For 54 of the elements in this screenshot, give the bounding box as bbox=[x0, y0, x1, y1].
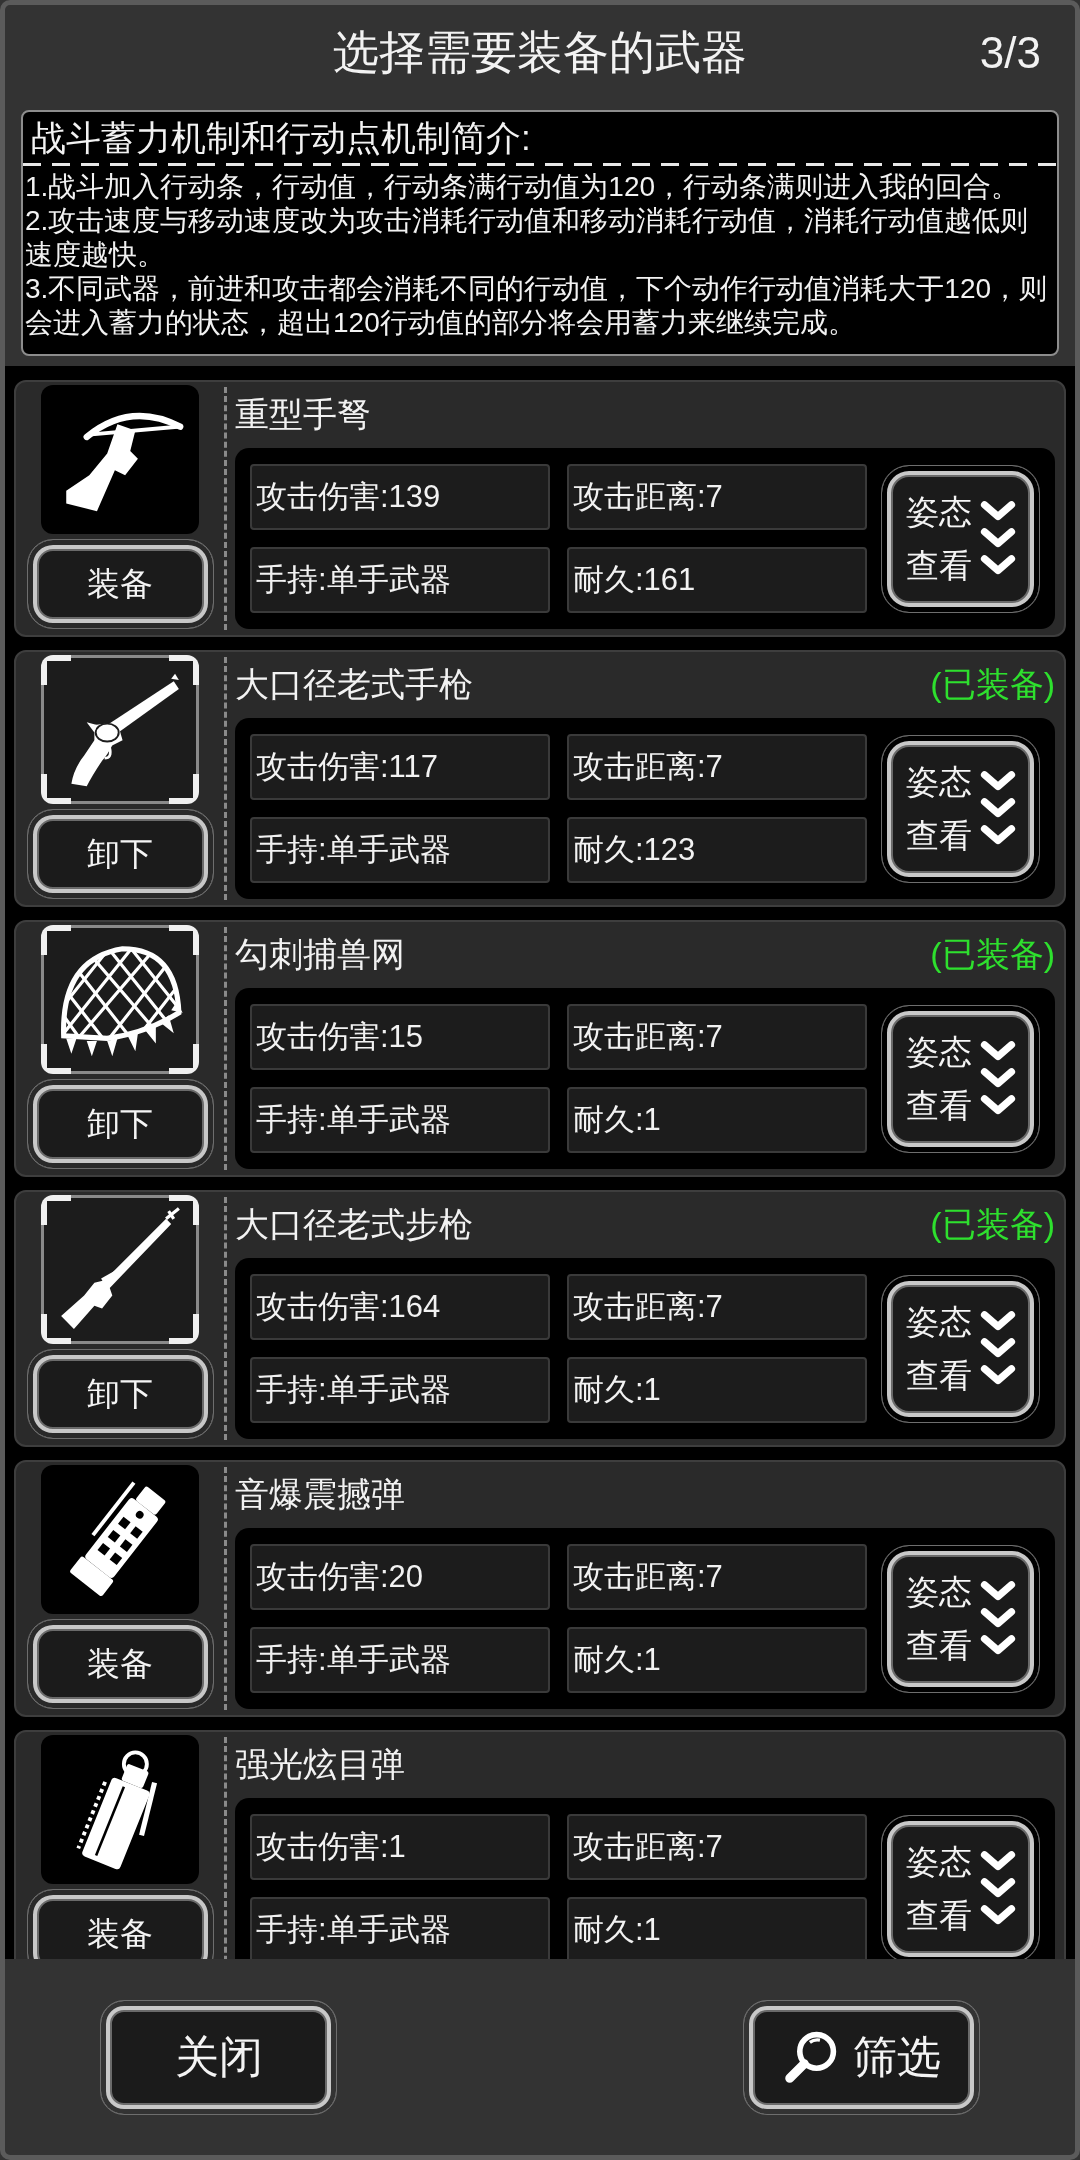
equipped-label: (已装备) bbox=[930, 664, 1055, 705]
stat-cell: 攻击伤害:15 bbox=[250, 1004, 550, 1070]
stat-cell: 攻击距离:7 bbox=[567, 464, 867, 530]
stat-cell: 攻击距离:7 bbox=[567, 1814, 867, 1880]
equip-button[interactable]: 装备 bbox=[26, 1619, 214, 1709]
stance-view-button[interactable]: 姿态 查看 bbox=[881, 1544, 1040, 1693]
filter-button[interactable]: 筛选 bbox=[743, 1999, 980, 2115]
stat-cell: 攻击伤害:117 bbox=[250, 734, 550, 800]
stat-cell: 耐久:123 bbox=[567, 817, 867, 883]
unequip-button[interactable]: 卸下 bbox=[26, 809, 214, 899]
stat-cell: 攻击伤害:20 bbox=[250, 1544, 550, 1610]
page-counter: 3/3 bbox=[979, 27, 1041, 78]
equip-button[interactable]: 装备 bbox=[26, 539, 214, 629]
weapon-name: 勾刺捕兽网 bbox=[235, 934, 405, 975]
stat-cell: 攻击伤害:164 bbox=[250, 1274, 550, 1340]
stance-view-button[interactable]: 姿态 查看 bbox=[881, 734, 1040, 883]
unequip-button[interactable]: 卸下 bbox=[26, 1079, 214, 1169]
stance-view-button[interactable]: 姿态 查看 bbox=[881, 1004, 1040, 1153]
stat-cell: 攻击距离:7 bbox=[567, 1004, 867, 1070]
stance-view-button[interactable]: 姿态 查看 bbox=[881, 1814, 1040, 1959]
stance-view-button[interactable]: 姿态 查看 bbox=[881, 1274, 1040, 1423]
equipped-label: (已装备) bbox=[930, 934, 1055, 975]
stat-cell: 手持:单手武器 bbox=[250, 1087, 550, 1153]
stat-cell: 攻击距离:7 bbox=[567, 1544, 867, 1610]
intro-title: 战斗蓄力机制和行动点机制简介: bbox=[30, 117, 532, 159]
weapon-name: 重型手弩 bbox=[235, 394, 371, 435]
weapon-name: 大口径老式步枪 bbox=[235, 1204, 473, 1245]
stat-cell: 手持:单手武器 bbox=[250, 547, 550, 613]
stat-cell: 攻击距离:7 bbox=[567, 1274, 867, 1340]
stat-cell: 耐久:161 bbox=[567, 547, 867, 613]
stat-cell: 攻击距离:7 bbox=[567, 734, 867, 800]
stat-cell: 攻击伤害:139 bbox=[250, 464, 550, 530]
intro-paragraph: 2.攻击速度与移动速度改为攻击消耗行动值和移动消耗行动值，消耗行动值越低则速度越快。 bbox=[24, 204, 1030, 272]
weapon-name: 强光炫目弹 bbox=[235, 1744, 405, 1785]
stat-cell: 耐久:1 bbox=[567, 1627, 867, 1693]
close-button[interactable]: 关闭 bbox=[100, 1999, 337, 2115]
equip-button[interactable]: 装备 bbox=[26, 1889, 214, 1959]
stat-cell: 耐久:1 bbox=[567, 1897, 867, 1959]
weapon-name: 大口径老式手枪 bbox=[235, 664, 473, 705]
unequip-button[interactable]: 卸下 bbox=[26, 1349, 214, 1439]
equipped-label: (已装备) bbox=[930, 1204, 1055, 1245]
intro-paragraph: 3.不同武器，前进和攻击都会消耗不同的行动值，下个动作行动值消耗大于120，则会进入蓄力的状态，超出120行动值的部分将会用蓄力来继续完成。 bbox=[24, 272, 1049, 340]
stat-cell: 手持:单手武器 bbox=[250, 1357, 550, 1423]
search-icon bbox=[782, 2029, 839, 2085]
weapon-name: 音爆震撼弹 bbox=[235, 1474, 405, 1515]
intro-paragraph: 1.战斗加入行动条，行动值，行动条满行动值为120，行动条满则进入我的回合。 bbox=[24, 170, 1021, 204]
stat-cell: 手持:单手武器 bbox=[250, 817, 550, 883]
dialog-title: 选择需要装备的武器 bbox=[333, 24, 747, 80]
stat-cell: 耐久:1 bbox=[567, 1357, 867, 1423]
stance-view-button[interactable]: 姿态 查看 bbox=[881, 464, 1040, 613]
stat-cell: 耐久:1 bbox=[567, 1087, 867, 1153]
stat-cell: 手持:单手武器 bbox=[250, 1897, 550, 1959]
stat-cell: 手持:单手武器 bbox=[250, 1627, 550, 1693]
stat-cell: 攻击伤害:1 bbox=[250, 1814, 550, 1880]
